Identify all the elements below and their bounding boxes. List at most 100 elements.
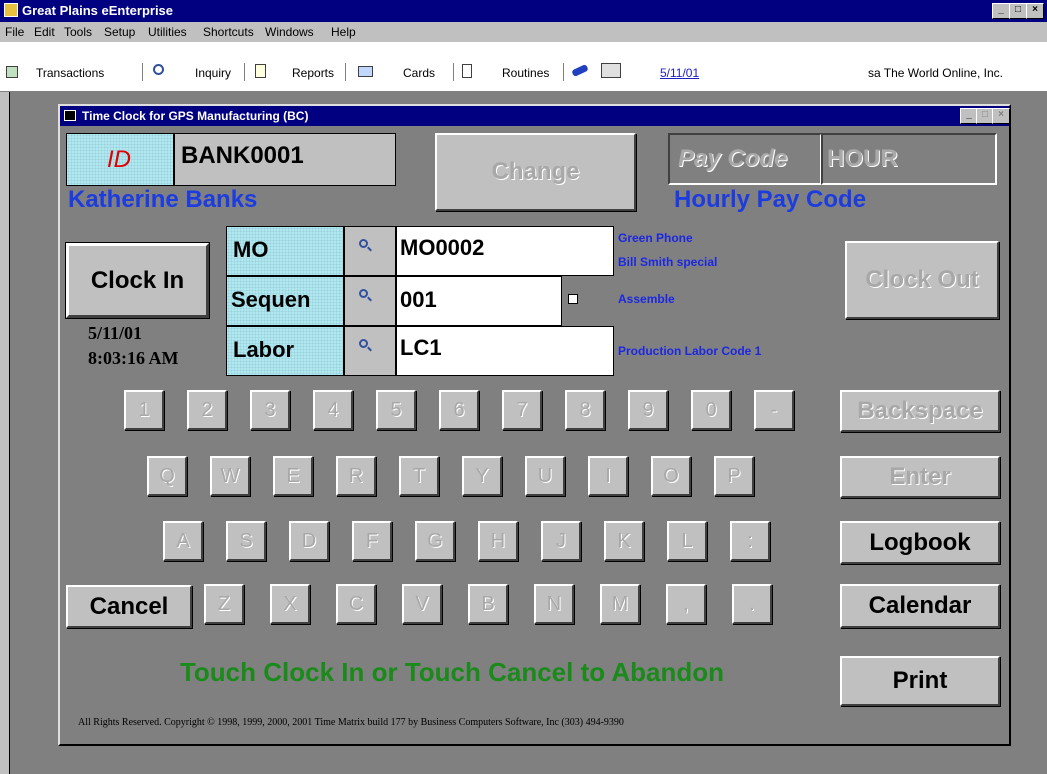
employee-id-field[interactable]: BANK0001 bbox=[174, 133, 396, 186]
key-row2-1[interactable]: W bbox=[210, 456, 250, 496]
key-row2-0[interactable]: Q bbox=[147, 456, 187, 496]
mo-description-1: Green Phone bbox=[618, 231, 693, 245]
menu-file[interactable]: File bbox=[5, 25, 24, 39]
window-icon[interactable] bbox=[601, 63, 621, 78]
key-row3-1[interactable]: S bbox=[226, 521, 266, 561]
key-row1-10[interactable]: - bbox=[754, 390, 794, 430]
sequence-lookup-button[interactable] bbox=[344, 276, 396, 326]
key-row1-2[interactable]: 3 bbox=[250, 390, 290, 430]
key-row1-8[interactable]: 9 bbox=[628, 390, 668, 430]
workspace-edge bbox=[0, 92, 10, 774]
clock-in-button[interactable]: Clock In bbox=[65, 242, 210, 319]
search-icon[interactable] bbox=[153, 64, 164, 75]
key-row2-4[interactable]: T bbox=[399, 456, 439, 496]
key-row4-6[interactable]: M bbox=[600, 584, 640, 624]
key-row4-3[interactable]: V bbox=[402, 584, 442, 624]
menu-setup[interactable]: Setup bbox=[104, 25, 135, 39]
mo-value: MO0002 bbox=[400, 235, 485, 260]
id-label: ID bbox=[107, 146, 131, 173]
mo-label-box: MO bbox=[226, 226, 344, 276]
menu-windows[interactable]: Windows bbox=[265, 25, 314, 39]
key-row3-6[interactable]: J bbox=[541, 521, 581, 561]
print-button[interactable]: Print bbox=[840, 656, 1000, 706]
sequence-checkbox[interactable] bbox=[568, 294, 578, 304]
maximize-button[interactable]: □ bbox=[1009, 3, 1027, 19]
cards-icon bbox=[358, 66, 373, 77]
key-row4-5[interactable]: N bbox=[534, 584, 574, 624]
key-row4-8[interactable]: . bbox=[732, 584, 772, 624]
toolbar-reports[interactable]: Reports bbox=[292, 66, 334, 80]
clock-out-label: Clock Out bbox=[865, 266, 979, 293]
key-row2-8[interactable]: O bbox=[651, 456, 691, 496]
labor-label: Labor bbox=[233, 337, 295, 362]
key-row4-1[interactable]: X bbox=[270, 584, 310, 624]
toolbar-app-icon[interactable] bbox=[6, 66, 18, 78]
instruction-text: Touch Clock In or Touch Cancel to Abando… bbox=[179, 657, 725, 687]
toolbar-cards[interactable]: Cards bbox=[403, 66, 435, 80]
key-row1-7[interactable]: 8 bbox=[565, 390, 605, 430]
toolbar-inquiry[interactable]: Inquiry bbox=[195, 66, 231, 80]
key-row1-3[interactable]: 4 bbox=[313, 390, 353, 430]
labor-field[interactable]: LC1 bbox=[396, 326, 614, 376]
key-row3-5[interactable]: H bbox=[478, 521, 518, 561]
key-row1-5[interactable]: 6 bbox=[439, 390, 479, 430]
mo-field[interactable]: MO0002 bbox=[396, 226, 614, 276]
labor-description: Production Labor Code 1 bbox=[618, 344, 762, 358]
change-button[interactable]: Change bbox=[435, 133, 636, 211]
key-row3-0[interactable]: A bbox=[163, 521, 203, 561]
lookup-icon bbox=[359, 239, 368, 248]
key-row1-0[interactable]: 1 bbox=[124, 390, 164, 430]
wrench-icon[interactable] bbox=[571, 63, 589, 78]
key-row2-2[interactable]: E bbox=[273, 456, 313, 496]
calendar-button[interactable]: Calendar bbox=[840, 584, 1000, 628]
employee-name: Katherine Banks bbox=[68, 186, 258, 213]
key-row1-6[interactable]: 7 bbox=[502, 390, 542, 430]
backspace-button[interactable]: Backspace bbox=[840, 390, 1000, 432]
mo-description-2: Bill Smith special bbox=[618, 255, 718, 269]
key-row3-4[interactable]: G bbox=[415, 521, 455, 561]
key-row3-3[interactable]: F bbox=[352, 521, 392, 561]
menu-tools[interactable]: Tools bbox=[64, 25, 92, 39]
toolbar-date[interactable]: 5/11/01 bbox=[660, 66, 699, 80]
logbook-button[interactable]: Logbook bbox=[840, 521, 1000, 564]
pay-code-field: HOUR bbox=[821, 133, 997, 185]
key-row4-0[interactable]: Z bbox=[204, 584, 244, 624]
enter-button[interactable]: Enter bbox=[840, 456, 1000, 498]
toolbar-transactions[interactable]: Transactions bbox=[36, 66, 104, 80]
cancel-button[interactable]: Cancel bbox=[66, 585, 192, 628]
labor-lookup-button[interactable] bbox=[344, 326, 396, 376]
window-close-button[interactable]: × bbox=[992, 108, 1010, 124]
key-row4-7[interactable]: , bbox=[666, 584, 706, 624]
toolbar: Transactions Inquiry Reports Cards Routi… bbox=[0, 42, 1047, 92]
menu-shortcuts[interactable]: Shortcuts bbox=[203, 25, 254, 39]
key-row1-4[interactable]: 5 bbox=[376, 390, 416, 430]
id-label-box: ID bbox=[66, 133, 174, 186]
key-row4-2[interactable]: C bbox=[336, 584, 376, 624]
key-row3-9[interactable]: : bbox=[730, 521, 770, 561]
close-button[interactable]: × bbox=[1026, 3, 1044, 19]
key-row2-7[interactable]: I bbox=[588, 456, 628, 496]
key-row3-2[interactable]: D bbox=[289, 521, 329, 561]
key-row2-9[interactable]: P bbox=[714, 456, 754, 496]
menu-utilities[interactable]: Utilities bbox=[148, 25, 187, 39]
sequence-field[interactable]: 001 bbox=[396, 276, 562, 326]
minimize-button[interactable]: _ bbox=[992, 3, 1010, 19]
key-row1-1[interactable]: 2 bbox=[187, 390, 227, 430]
key-row1-9[interactable]: 0 bbox=[691, 390, 731, 430]
key-row2-3[interactable]: R bbox=[336, 456, 376, 496]
key-row3-8[interactable]: L bbox=[667, 521, 707, 561]
menu-help[interactable]: Help bbox=[331, 25, 356, 39]
toolbar-routines[interactable]: Routines bbox=[502, 66, 549, 80]
window-body bbox=[60, 126, 1009, 744]
clock-out-button[interactable]: Clock Out bbox=[845, 241, 999, 319]
change-button-label: Change bbox=[491, 158, 580, 185]
mo-lookup-button[interactable] bbox=[344, 226, 396, 276]
key-row4-4[interactable]: B bbox=[468, 584, 508, 624]
key-row3-7[interactable]: K bbox=[604, 521, 644, 561]
cancel-label: Cancel bbox=[89, 593, 169, 620]
sequence-label: Sequen bbox=[231, 287, 311, 312]
key-row2-5[interactable]: Y bbox=[462, 456, 502, 496]
app-logo-icon bbox=[4, 3, 18, 17]
menu-edit[interactable]: Edit bbox=[34, 25, 55, 39]
key-row2-6[interactable]: U bbox=[525, 456, 565, 496]
